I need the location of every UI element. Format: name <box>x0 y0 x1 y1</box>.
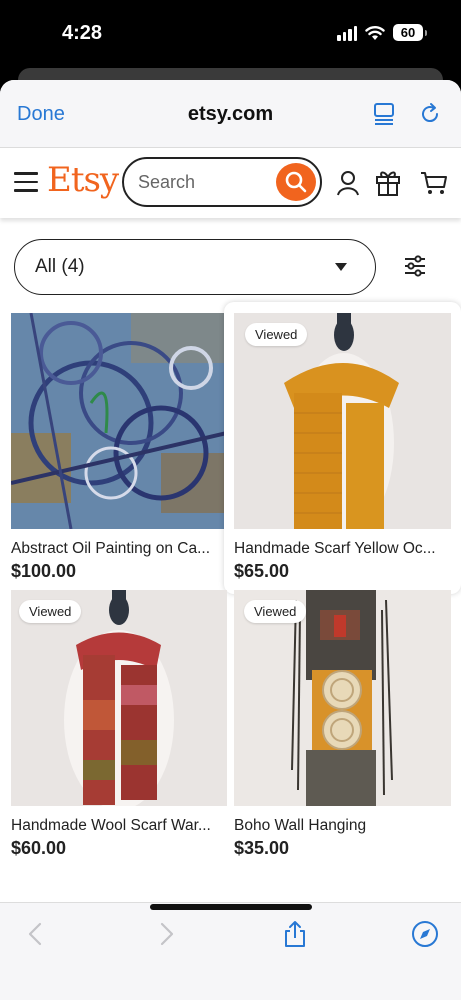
listing-image-abstract-painting[interactable] <box>11 313 227 529</box>
search-input[interactable] <box>138 172 268 193</box>
menu-icon[interactable] <box>14 172 38 192</box>
wifi-icon <box>365 25 385 40</box>
search-box[interactable] <box>122 157 322 207</box>
listing-card[interactable]: Viewed Boho Wall Hanging $35.00 <box>224 579 461 859</box>
reader-icon[interactable] <box>373 102 395 126</box>
painting-image <box>11 313 227 529</box>
status-time: 4:28 <box>62 22 103 44</box>
gift-icon[interactable] <box>375 168 401 196</box>
compass-icon[interactable] <box>411 920 439 948</box>
user-icon[interactable] <box>336 170 360 196</box>
listing-price: $35.00 <box>234 838 290 858</box>
listing-title[interactable]: Handmade Wool Scarf War... <box>11 817 225 835</box>
search-icon <box>285 171 307 193</box>
viewed-badge: Viewed <box>244 600 307 623</box>
filter-icon[interactable] <box>403 254 427 278</box>
listing-card[interactable]: Viewed Handmade Wool Scarf War... $60.00 <box>0 579 231 859</box>
browser-sheet: Done etsy.com Etsy Search All (4) Abstra… <box>0 80 461 1000</box>
filter-select[interactable]: All (4) <box>14 239 376 295</box>
share-icon[interactable] <box>281 920 309 948</box>
listing-title[interactable]: Abstract Oil Painting on Ca... <box>11 540 225 558</box>
browser-toolbar <box>0 902 461 1000</box>
etsy-logo[interactable]: Etsy <box>47 160 119 200</box>
done-button[interactable]: Done <box>17 103 65 126</box>
viewed-badge: Viewed <box>245 323 308 346</box>
viewed-badge: Viewed <box>19 600 82 623</box>
listing-card[interactable]: Viewed Handmade Scarf Yellow Oc... $65.0… <box>224 302 461 594</box>
search-button[interactable] <box>276 163 316 201</box>
etsy-header: Etsy <box>0 148 461 218</box>
battery-indicator: 60 <box>393 24 427 41</box>
forward-icon[interactable] <box>152 920 180 948</box>
chevron-down-icon <box>335 263 347 271</box>
status-bar: 4:28 60 <box>0 0 461 70</box>
listing-price: $60.00 <box>11 838 67 858</box>
status-icons: 60 <box>337 24 427 41</box>
home-indicator <box>150 904 312 910</box>
listing-card[interactable]: Abstract Oil Painting on Ca... $100.00 <box>0 302 231 582</box>
filter-selected-value: All (4) <box>35 256 85 277</box>
listing-title[interactable]: Boho Wall Hanging <box>234 817 451 835</box>
browser-nav-bar: Done etsy.com <box>0 80 461 148</box>
reload-icon[interactable] <box>418 102 442 126</box>
back-icon[interactable] <box>22 920 50 948</box>
listing-title[interactable]: Handmade Scarf Yellow Oc... <box>234 540 451 558</box>
cart-icon[interactable] <box>420 170 448 196</box>
signal-icon <box>337 25 357 41</box>
